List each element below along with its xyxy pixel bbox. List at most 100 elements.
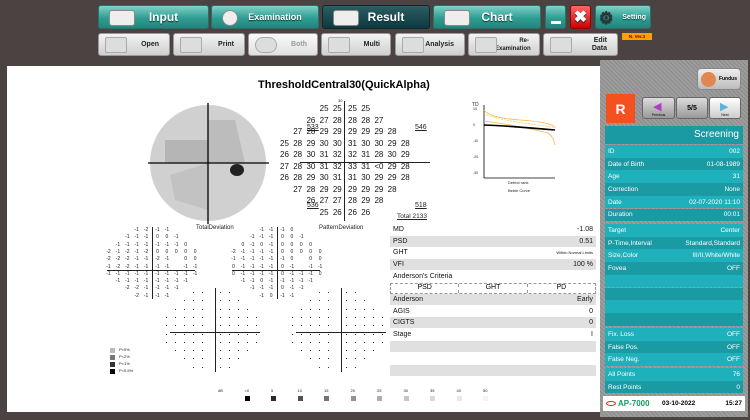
reexamination-button[interactable]: Re-Examination: [468, 33, 540, 56]
probability-dot: [292, 333, 293, 335]
stat-value: Within Normal Limits: [556, 250, 593, 256]
probability-dot: [355, 308, 356, 310]
probability-dot: [247, 333, 248, 335]
probability-dot: [229, 358, 230, 360]
info-row-p-time-interval: P-Time,Interval Standard,Standard: [605, 236, 743, 250]
pattern-dev-value: -1: [250, 270, 255, 277]
probability-dot: [220, 300, 221, 302]
pattern-dev-value: 0: [290, 241, 294, 248]
tab-result[interactable]: Result: [322, 5, 430, 29]
total-dev-value: -1: [125, 270, 130, 277]
threshold-value: 30: [374, 138, 384, 148]
total-dev-value: -2: [134, 285, 139, 292]
probability-dot: [310, 308, 311, 310]
pattern-dev-value: -1: [289, 278, 295, 285]
result-icon: [333, 10, 359, 26]
total-dev-value: -1: [164, 263, 170, 270]
probability-dot: [238, 358, 239, 360]
probability-dot: [328, 366, 329, 368]
print-button[interactable]: Print: [173, 33, 245, 56]
db-legend-swatch: [377, 396, 382, 401]
next-button[interactable]: ▶ Next: [709, 97, 741, 119]
info-value: OFF: [727, 343, 740, 351]
threshold-value: 25: [348, 104, 357, 113]
probability-dot: [319, 333, 320, 335]
info-value: 76: [732, 370, 740, 378]
tab-input[interactable]: Input: [98, 5, 209, 29]
threshold-value: 28: [293, 173, 303, 182]
probability-dot: [292, 325, 293, 327]
probability-dot: [184, 316, 185, 318]
probability-dot: [373, 341, 374, 343]
total-dev-value: 0: [184, 241, 188, 248]
db-legend-swatch: [244, 396, 250, 401]
total-dev-value: -1: [134, 270, 139, 277]
probability-dot: [310, 333, 311, 335]
previous-button[interactable]: ◀ Previous: [642, 97, 675, 119]
tab-examination[interactable]: Examination: [211, 5, 319, 29]
pattern-dev-value: -1: [259, 234, 264, 241]
total-dev-value: -1: [155, 270, 160, 277]
threshold-value: 28: [348, 115, 357, 125]
threshold-value: 30: [361, 138, 371, 148]
info-label: Fovea: [608, 264, 627, 272]
total-dev-value: -1: [134, 248, 139, 255]
close-button[interactable]: ✖: [570, 5, 591, 29]
fundus-button[interactable]: Fundus: [697, 68, 741, 90]
bebie-ytick: -20: [473, 155, 479, 159]
tab-chart[interactable]: Chart: [433, 5, 541, 29]
info-row-empty: [605, 300, 743, 313]
stat-stage: Stage I: [390, 329, 596, 340]
probability-dot: [193, 358, 194, 360]
probability-dot: [229, 341, 230, 343]
pattern-dev-value: 0: [309, 256, 313, 263]
probability-dot: [355, 325, 356, 327]
threshold-value: 28: [306, 127, 316, 136]
total-sum: Total 2133: [397, 213, 427, 220]
threshold-value: 29: [361, 184, 371, 194]
stat-value: 0.51: [579, 237, 593, 245]
threshold-value: 29: [306, 173, 316, 182]
probability-symbol: [110, 348, 115, 353]
info-row-false-pos-: False Pos. OFF: [605, 340, 743, 354]
probability-dot: [301, 350, 302, 352]
probability-dot: [310, 316, 311, 318]
total-dev-value: -1: [183, 263, 188, 270]
probability-dot: [238, 316, 239, 318]
edit-data-button[interactable]: Edit Data: [543, 33, 618, 56]
threshold-value: 27: [374, 115, 384, 125]
threshold-value: 30: [306, 150, 316, 159]
threshold-value: 27: [332, 196, 342, 205]
threshold-value: 29: [400, 150, 410, 159]
probability-dot: [346, 325, 347, 327]
stat-value: I: [591, 331, 593, 339]
stat-label: MD: [393, 226, 404, 233]
probability-dot: [229, 366, 230, 368]
info-row-id: ID 002: [605, 145, 743, 158]
open-button[interactable]: Open: [98, 33, 170, 56]
stat-value: -1.08: [577, 226, 593, 233]
probability-label: P<1%: [119, 361, 130, 366]
probability-dot: [175, 341, 176, 343]
threshold-value: 28: [348, 196, 357, 205]
probability-dot: [184, 333, 185, 335]
probability-dot: [184, 325, 185, 327]
threshold-value: 29: [374, 184, 384, 194]
info-label: ID: [608, 147, 615, 155]
total-dev-value: 0: [156, 234, 159, 241]
multi-button[interactable]: Multi: [321, 33, 391, 56]
analysis-button[interactable]: Analysis: [395, 33, 465, 56]
total-dev-value: -1: [143, 241, 149, 248]
minimize-button[interactable]: [545, 5, 566, 29]
total-dev-value: -1: [134, 256, 139, 263]
info-value: 31: [732, 173, 740, 181]
both-button[interactable]: Both: [248, 33, 318, 56]
setting-button[interactable]: ⚙ Setting: [595, 5, 651, 29]
probability-label: P<5%: [119, 347, 130, 352]
info-row-age: Age 31: [605, 170, 743, 184]
info-row-rest-points: Rest Points 0: [605, 380, 743, 394]
total-dev-value: -1: [174, 278, 179, 285]
stat-label: PSD: [393, 237, 408, 245]
pattern-dev-value: -1: [308, 263, 313, 270]
pattern-dev-value: 0: [309, 248, 313, 255]
